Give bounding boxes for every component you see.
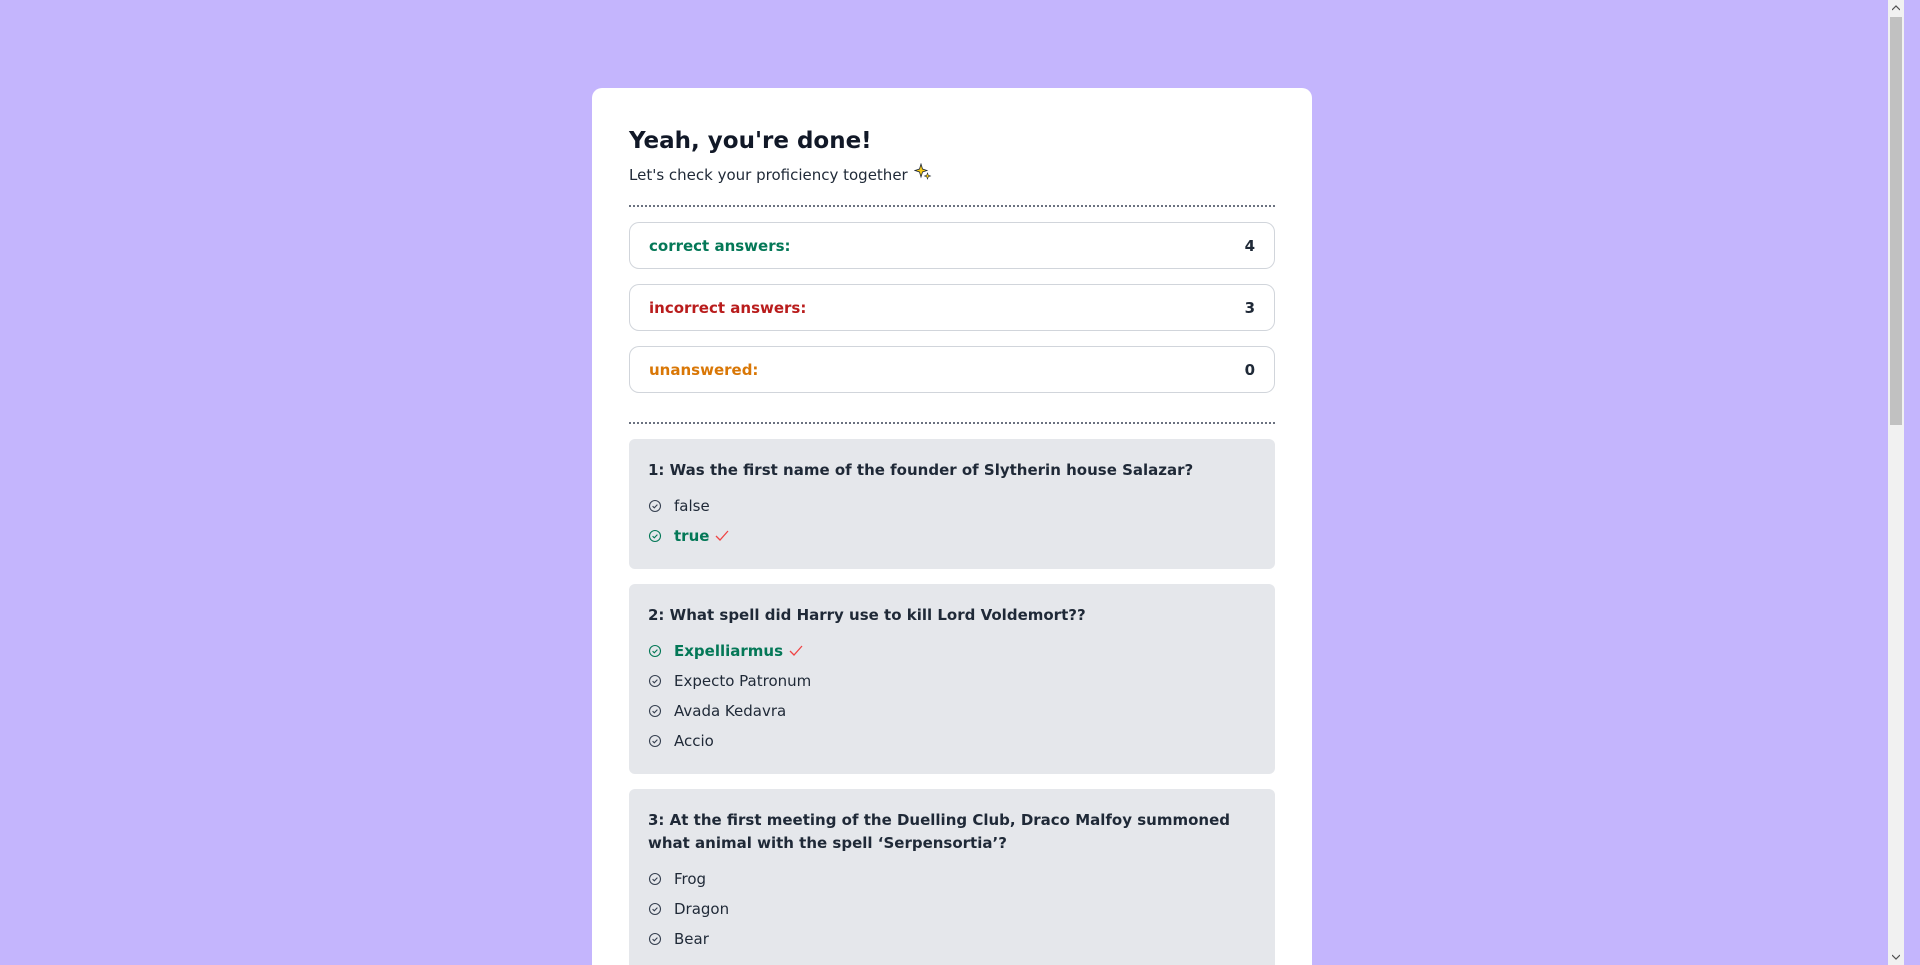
page: Yeah, you're done! Let's check your prof… bbox=[0, 0, 1904, 965]
incorrect-answers-label: incorrect answers: bbox=[649, 298, 807, 317]
circle-check-icon bbox=[648, 674, 662, 688]
circle-check-icon bbox=[648, 902, 662, 916]
answer-option: Expelliarmus bbox=[648, 636, 1256, 666]
circle-check-icon bbox=[648, 734, 662, 748]
answer-option-label: Avada Kedavra bbox=[674, 702, 787, 720]
checkmark-icon bbox=[715, 530, 729, 542]
unanswered-stat: unanswered: 0 bbox=[629, 346, 1275, 393]
options-list: Frog Dragon Bear bbox=[648, 864, 1256, 954]
options-list: Expelliarmus Expecto Patronum Avada Kedavr… bbox=[648, 636, 1256, 756]
subtitle: Let's check your proficiency together bbox=[629, 162, 1275, 186]
correct-answers-count: 4 bbox=[1244, 236, 1255, 255]
question-title: 3: At the first meeting of the Duelling … bbox=[648, 811, 1230, 852]
question-title: 2: What spell did Harry use to kill Lord… bbox=[648, 606, 1086, 624]
answer-option: Dragon bbox=[648, 894, 1256, 924]
unanswered-count: 0 bbox=[1244, 360, 1255, 379]
scrollbar-thumb[interactable] bbox=[1890, 17, 1902, 425]
circle-check-icon bbox=[648, 872, 662, 886]
circle-check-icon bbox=[648, 932, 662, 946]
unanswered-label: unanswered: bbox=[649, 360, 759, 379]
scroll-up-arrow-icon[interactable] bbox=[1888, 0, 1904, 16]
answer-option: Accio bbox=[648, 726, 1256, 756]
answer-option: Expecto Patronum bbox=[648, 666, 1256, 696]
circle-check-icon bbox=[648, 529, 662, 543]
answer-option: false bbox=[648, 491, 1256, 521]
answer-option: Avada Kedavra bbox=[648, 696, 1256, 726]
circle-check-icon bbox=[648, 644, 662, 658]
question-card: 1: Was the first name of the founder of … bbox=[629, 439, 1275, 569]
scrollbar[interactable] bbox=[1888, 0, 1904, 965]
subtitle-text: Let's check your proficiency together bbox=[629, 165, 908, 184]
answer-option: true bbox=[648, 521, 1256, 551]
circle-check-icon bbox=[648, 499, 662, 513]
incorrect-answers-count: 3 bbox=[1244, 298, 1255, 317]
incorrect-answers-stat: incorrect answers: 3 bbox=[629, 284, 1275, 331]
scroll-down-arrow-icon[interactable] bbox=[1888, 949, 1904, 965]
answer-option: Frog bbox=[648, 864, 1256, 894]
answer-option-label: true bbox=[674, 527, 710, 545]
answer-option-label: Frog bbox=[674, 870, 707, 888]
question-card: 2: What spell did Harry use to kill Lord… bbox=[629, 584, 1275, 774]
circle-check-icon bbox=[648, 704, 662, 718]
checkmark-icon bbox=[789, 645, 803, 657]
stats-list: correct answers: 4 incorrect answers: 3 unan… bbox=[629, 222, 1275, 393]
sparkle-icon bbox=[913, 162, 932, 186]
page-title: Yeah, you're done! bbox=[629, 128, 872, 154]
divider bbox=[629, 422, 1275, 424]
correct-answers-label: correct answers: bbox=[649, 236, 791, 255]
answer-option-label: Bear bbox=[674, 930, 709, 948]
answer-option-label: Accio bbox=[674, 732, 714, 750]
divider bbox=[629, 205, 1275, 207]
questions-list: 1: Was the first name of the founder of … bbox=[629, 439, 1275, 965]
answer-option-label: Dragon bbox=[674, 900, 730, 918]
answer-option-label: false bbox=[674, 497, 710, 515]
answer-option-label: Expelliarmus bbox=[674, 642, 784, 660]
answer-option: Bear bbox=[648, 924, 1256, 954]
options-list: false true bbox=[648, 491, 1256, 551]
correct-answers-stat: correct answers: 4 bbox=[629, 222, 1275, 269]
results-card: Yeah, you're done! Let's check your prof… bbox=[592, 88, 1312, 965]
question-title: 1: Was the first name of the founder of … bbox=[648, 461, 1194, 479]
question-card: 3: At the first meeting of the Duelling … bbox=[629, 789, 1275, 965]
answer-option-label: Expecto Patronum bbox=[674, 672, 812, 690]
